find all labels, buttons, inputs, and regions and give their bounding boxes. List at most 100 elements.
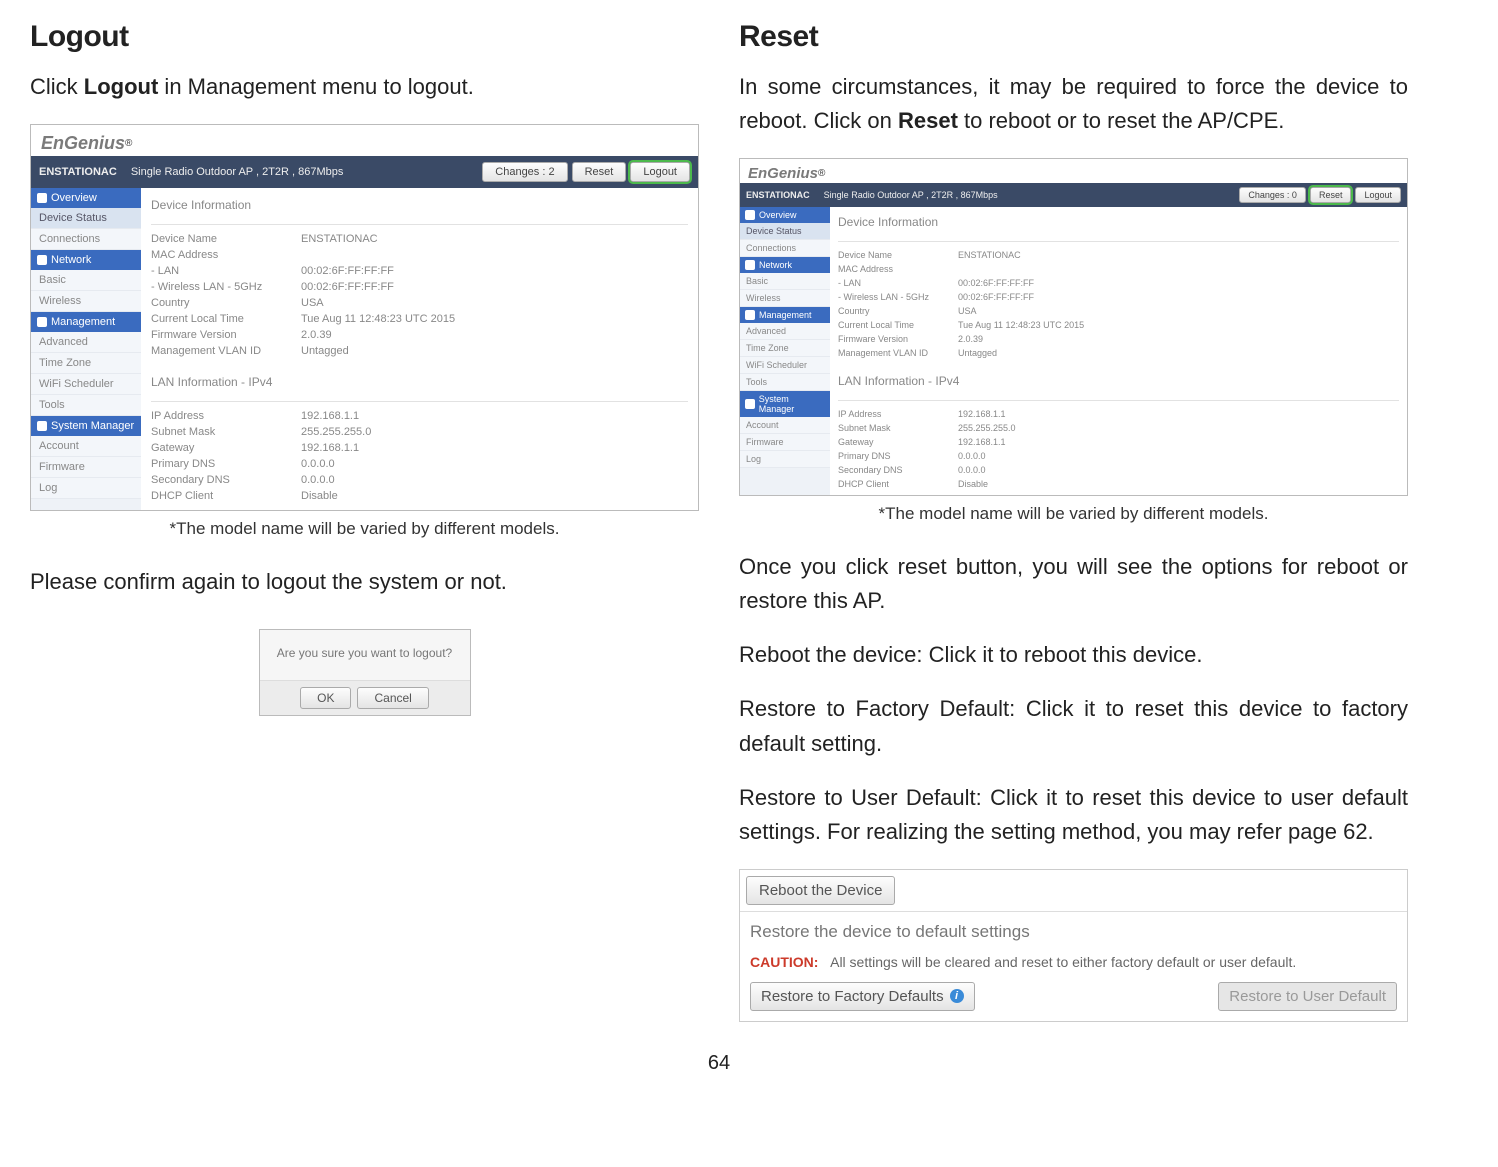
sidebar-item[interactable]: Wireless xyxy=(740,290,830,307)
sidebar-item[interactable]: Firmware xyxy=(31,457,141,478)
sidebar-item[interactable]: Advanced xyxy=(31,332,141,353)
kv-value: Disable xyxy=(301,490,338,502)
sidebar-item[interactable]: Connections xyxy=(740,240,830,257)
kv-value: 255.255.255.0 xyxy=(958,423,1016,433)
sidebar-header[interactable]: Management xyxy=(740,307,830,323)
reboot-device-button[interactable]: Reboot the Device xyxy=(746,876,895,905)
kv-value: ENSTATIONAC xyxy=(958,250,1021,260)
kv-key: DHCP Client xyxy=(151,490,301,502)
sidebar-item[interactable]: Firmware xyxy=(740,434,830,451)
kv-value: 192.168.1.1 xyxy=(301,442,359,454)
changes-button[interactable]: Changes : 2 xyxy=(482,162,567,182)
sidebar-item[interactable]: Tools xyxy=(31,395,141,416)
sidebar-item[interactable]: Wireless xyxy=(31,291,141,312)
kv-value: 192.168.1.1 xyxy=(958,409,1006,419)
kv-key: Current Local Time xyxy=(151,313,301,325)
sidebar-item[interactable]: Account xyxy=(740,417,830,434)
kv-key: IP Address xyxy=(838,409,958,419)
sidebar-item[interactable]: Basic xyxy=(31,270,141,291)
figure-caption: *The model name will be varied by differ… xyxy=(739,504,1408,524)
kv-value: 00:02:6F:FF:FF:FF xyxy=(958,278,1034,288)
kv-key: Device Name xyxy=(151,233,301,245)
section-title: Device Information xyxy=(151,194,688,218)
changes-button[interactable]: Changes : 0 xyxy=(1239,187,1306,203)
restore-user-button[interactable]: Restore to User Default xyxy=(1218,982,1397,1011)
sidebar-item[interactable]: WiFi Scheduler xyxy=(740,357,830,374)
kv-row: Device NameENSTATIONAC xyxy=(838,248,1399,262)
reset-heading: Reset xyxy=(739,20,1408,54)
sidebar-item[interactable]: Account xyxy=(31,436,141,457)
confirm-message: Are you sure you want to logout? xyxy=(260,630,470,680)
confirm-dialog: Are you sure you want to logout? OK Canc… xyxy=(259,629,471,716)
kv-row: Secondary DNS0.0.0.0 xyxy=(838,463,1399,477)
kv-key: IP Address xyxy=(151,410,301,422)
kv-key: Firmware Version xyxy=(838,334,958,344)
kv-row: Management VLAN IDUntagged xyxy=(838,346,1399,360)
logout-screenshot: EnGenius® ENSTATIONAC Single Radio Outdo… xyxy=(30,124,699,511)
reset-button[interactable]: Reset xyxy=(1310,187,1352,203)
kv-key: Device Name xyxy=(838,250,958,260)
logout-button[interactable]: Logout xyxy=(630,162,690,182)
kv-key: DHCP Client xyxy=(838,479,958,489)
sidebar-item[interactable]: Connections xyxy=(31,229,141,250)
sidebar-header[interactable]: Management xyxy=(31,312,141,332)
logout-heading: Logout xyxy=(30,20,699,54)
kv-block: IP Address192.168.1.1Subnet Mask255.255.… xyxy=(151,408,688,504)
kv-value: 192.168.1.1 xyxy=(301,410,359,422)
sidebar-header[interactable]: Network xyxy=(740,257,830,273)
brand-logo: EnGenius xyxy=(748,165,818,182)
kv-key: Primary DNS xyxy=(838,451,958,461)
reset-p4: Restore to Factory Default: Click it to … xyxy=(739,692,1408,760)
restore-title: Restore the device to default settings xyxy=(740,911,1407,948)
reset-p2: Once you click reset button, you will se… xyxy=(739,550,1408,618)
kv-row: MAC Address xyxy=(838,262,1399,276)
kv-key: MAC Address xyxy=(151,249,301,261)
kv-value: 255.255.255.0 xyxy=(301,426,371,438)
sidebar-header[interactable]: Overview xyxy=(740,207,830,223)
kv-key: - LAN xyxy=(151,265,301,277)
brand-logo: EnGenius xyxy=(41,133,125,154)
kv-value: 0.0.0.0 xyxy=(958,465,986,475)
kv-key: Subnet Mask xyxy=(151,426,301,438)
kv-row: IP Address192.168.1.1 xyxy=(151,408,688,424)
sidebar-item[interactable]: Device Status xyxy=(31,208,141,229)
sidebar-item[interactable]: Log xyxy=(31,478,141,499)
kv-row: - Wireless LAN - 5GHz00:02:6F:FF:FF:FF xyxy=(151,279,688,295)
sidebar-item[interactable]: WiFi Scheduler xyxy=(31,374,141,395)
cancel-button[interactable]: Cancel xyxy=(357,687,428,709)
sidebar-item[interactable]: Tools xyxy=(740,374,830,391)
kv-key: - Wireless LAN - 5GHz xyxy=(838,292,958,302)
kv-key: Primary DNS xyxy=(151,458,301,470)
reboot-panel: Reboot the Device Restore the device to … xyxy=(739,869,1408,1022)
model-desc: Single Radio Outdoor AP , 2T2R , 867Mbps xyxy=(131,166,344,178)
kv-value: 0.0.0.0 xyxy=(301,458,335,470)
sidebar-header[interactable]: System Manager xyxy=(31,416,141,436)
kv-key: Management VLAN ID xyxy=(151,345,301,357)
sidebar-header[interactable]: Overview xyxy=(31,188,141,208)
kv-key: Country xyxy=(151,297,301,309)
kv-key: Current Local Time xyxy=(838,320,958,330)
t: Click xyxy=(30,74,84,99)
sidebar-item[interactable]: Advanced xyxy=(740,323,830,340)
reset-button[interactable]: Reset xyxy=(572,162,627,182)
kv-row: CountryUSA xyxy=(838,304,1399,318)
reg-mark: ® xyxy=(125,138,132,149)
ok-button[interactable]: OK xyxy=(300,687,351,709)
sidebar-item[interactable]: Device Status xyxy=(740,223,830,240)
kv-value: Untagged xyxy=(958,348,997,358)
kv-value: ENSTATIONAC xyxy=(301,233,378,245)
sidebar-item[interactable]: Basic xyxy=(740,273,830,290)
sidebar-header[interactable]: Network xyxy=(31,250,141,270)
sidebar-header[interactable]: System Manager xyxy=(740,391,830,417)
t-bold: Reset xyxy=(898,108,958,133)
sidebar-item[interactable]: Log xyxy=(740,451,830,468)
logout-button[interactable]: Logout xyxy=(1355,187,1401,203)
reset-p3: Reboot the device: Click it to reboot th… xyxy=(739,638,1408,672)
sidebar-item[interactable]: Time Zone xyxy=(31,353,141,374)
sidebar-item[interactable]: Time Zone xyxy=(740,340,830,357)
restore-factory-button[interactable]: Restore to Factory Defaults i xyxy=(750,982,975,1011)
kv-row: Current Local TimeTue Aug 11 12:48:23 UT… xyxy=(151,311,688,327)
kv-value: Disable xyxy=(958,479,988,489)
kv-block: Device NameENSTATIONACMAC Address - LAN0… xyxy=(151,231,688,359)
caution-label: CAUTION: xyxy=(750,954,818,970)
